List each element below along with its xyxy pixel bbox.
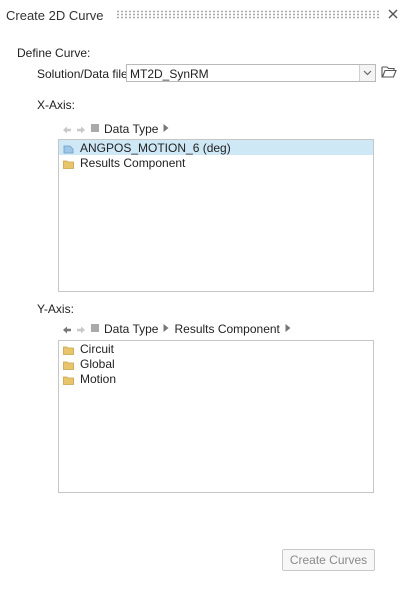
list-item[interactable]: Results Component bbox=[59, 155, 373, 170]
create-curves-button[interactable]: Create Curves bbox=[282, 549, 375, 571]
back-arrow-icon[interactable] bbox=[62, 324, 72, 334]
chevron-right-icon[interactable] bbox=[162, 122, 170, 136]
list-item[interactable]: ANGPOS_MOTION_6 (deg) bbox=[59, 140, 373, 155]
solution-file-select[interactable]: MT2D_SynRM bbox=[126, 64, 376, 82]
list-item[interactable]: Global bbox=[59, 356, 373, 371]
forward-arrow-icon[interactable] bbox=[76, 324, 86, 334]
breadcrumb-data-type[interactable]: Data Type bbox=[104, 322, 158, 336]
forward-arrow-icon[interactable] bbox=[76, 124, 86, 134]
curve-icon bbox=[63, 143, 74, 154]
drag-handle[interactable] bbox=[116, 10, 380, 19]
list-item-label: ANGPOS_MOTION_6 (deg) bbox=[80, 140, 231, 155]
x-axis-list[interactable]: ANGPOS_MOTION_6 (deg) Results Component bbox=[58, 139, 374, 292]
list-item-label: Global bbox=[80, 356, 115, 371]
chevron-right-icon[interactable] bbox=[284, 322, 292, 336]
solution-file-label: Solution/Data file bbox=[37, 67, 128, 81]
define-curve-label: Define Curve: bbox=[17, 46, 91, 60]
solution-file-value: MT2D_SynRM bbox=[130, 67, 209, 81]
chevron-down-icon[interactable] bbox=[359, 65, 375, 81]
y-axis-list[interactable]: Circuit Global Motion bbox=[58, 340, 374, 493]
folder-icon bbox=[63, 344, 74, 355]
panel-title: Create 2D Curve bbox=[6, 8, 104, 23]
open-folder-icon[interactable] bbox=[381, 65, 397, 79]
list-item-label: Circuit bbox=[80, 341, 115, 356]
breadcrumb-results-component[interactable]: Results Component bbox=[174, 322, 279, 336]
list-item[interactable]: Motion bbox=[59, 371, 373, 386]
list-view-icon[interactable] bbox=[90, 322, 100, 336]
y-axis-label: Y-Axis: bbox=[37, 302, 74, 316]
x-axis-label: X-Axis: bbox=[37, 98, 76, 112]
folder-icon bbox=[63, 359, 74, 370]
list-view-icon[interactable] bbox=[90, 122, 100, 136]
folder-icon bbox=[63, 374, 74, 385]
list-item-label: Motion bbox=[80, 371, 117, 386]
chevron-right-icon[interactable] bbox=[162, 322, 170, 336]
list-item-label: Results Component bbox=[80, 155, 186, 170]
list-item[interactable]: Circuit bbox=[59, 341, 373, 356]
breadcrumb-data-type[interactable]: Data Type bbox=[104, 122, 158, 136]
x-axis-breadcrumb: Data Type bbox=[62, 122, 170, 136]
y-axis-breadcrumb: Data Type Results Component bbox=[62, 322, 292, 336]
folder-icon bbox=[63, 158, 74, 169]
close-icon[interactable] bbox=[385, 6, 401, 22]
back-arrow-icon[interactable] bbox=[62, 124, 72, 134]
